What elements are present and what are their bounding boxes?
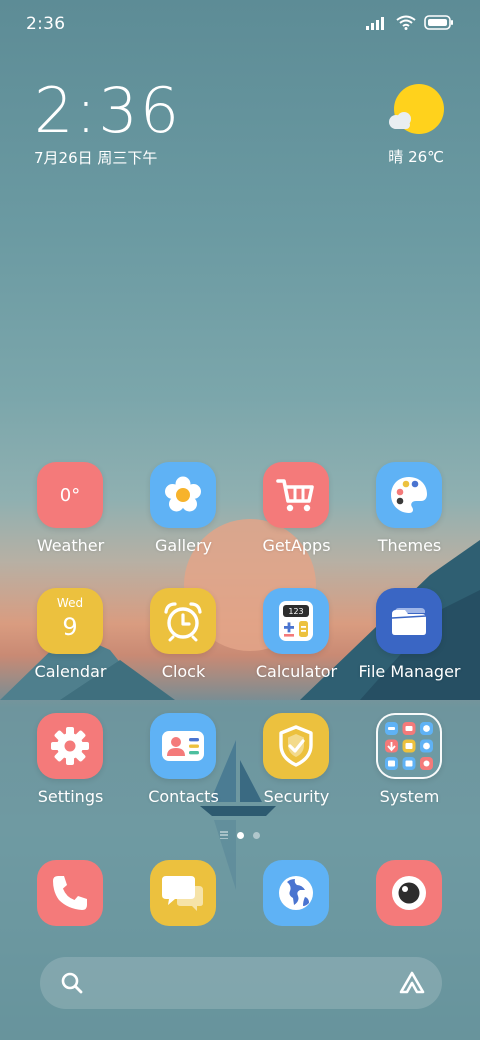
gear-icon: [37, 713, 103, 779]
dock-camera[interactable]: [376, 860, 442, 926]
weather-app-icon: 0°: [37, 462, 103, 528]
app-label: GetApps: [262, 536, 331, 555]
calendar-day: Wed: [56, 596, 84, 610]
alarm-clock-icon: [150, 588, 216, 654]
app-label: Themes: [377, 536, 442, 555]
messages-icon: [162, 876, 203, 911]
weather-app-temp: 0°: [59, 484, 81, 506]
app-security[interactable]: Security: [240, 713, 353, 813]
app-label: Gallery: [155, 536, 212, 555]
app-themes[interactable]: Themes: [353, 462, 466, 562]
calendar-icon: Wed 9: [37, 588, 103, 654]
folder-grid-icon: [376, 713, 442, 779]
app-file-manager[interactable]: File Manager: [353, 588, 466, 688]
app-contacts[interactable]: Contacts: [127, 713, 240, 813]
app-gallery[interactable]: Gallery: [127, 462, 240, 562]
page-dot-active[interactable]: [237, 831, 244, 839]
page-dot[interactable]: [253, 831, 260, 839]
app-label: Settings: [37, 787, 104, 806]
status-time: 2:36: [26, 14, 66, 34]
app-settings[interactable]: Settings: [14, 713, 127, 813]
app-label: Security: [263, 787, 330, 806]
search-bar[interactable]: [40, 957, 442, 1009]
page-list-icon[interactable]: [220, 831, 228, 839]
app-clock[interactable]: Clock: [127, 588, 240, 688]
contact-card-icon: [150, 713, 216, 779]
app-label: Weather: [36, 536, 105, 555]
calculator-icon: 123: [263, 588, 329, 654]
dock-messages[interactable]: [150, 860, 216, 926]
calendar-date: 9: [62, 613, 78, 641]
palette-icon: [376, 462, 442, 528]
app-label: Calendar: [34, 662, 107, 681]
app-calendar[interactable]: Wed 9 Calendar: [14, 588, 127, 688]
shield-icon: [263, 713, 329, 779]
weather-text: 晴 26℃: [388, 148, 444, 166]
signal-icon: [366, 16, 384, 30]
clock-widget[interactable]: 2:36 7月26日 周三下午: [34, 78, 181, 168]
app-weather[interactable]: 0° Weather: [14, 462, 127, 562]
app-label: Contacts: [148, 787, 219, 806]
app-calculator[interactable]: 123 Calculator: [240, 588, 353, 688]
app-getapps[interactable]: GetApps: [240, 462, 353, 562]
date-text: 7月26日 周三下午: [34, 149, 158, 167]
wifi-icon: [396, 15, 416, 30]
dock-browser[interactable]: [263, 860, 329, 926]
big-clock-time: 2:36: [34, 74, 182, 147]
status-icons: [366, 15, 454, 30]
dock-phone[interactable]: [37, 860, 103, 926]
folder-icon: [376, 588, 442, 654]
weather-widget[interactable]: 晴 26℃: [386, 84, 446, 170]
page-indicator[interactable]: [0, 828, 480, 842]
app-label: Calculator: [255, 662, 338, 681]
app-label: Clock: [161, 662, 206, 681]
app-label: System: [379, 787, 440, 806]
status-bar: 2:36: [0, 0, 480, 50]
app-label: File Manager: [358, 662, 461, 681]
battery-icon: [424, 15, 453, 30]
flower-icon: [150, 462, 216, 528]
calculator-display: 123: [288, 607, 303, 616]
assistant-icon[interactable]: [398, 970, 426, 996]
cart-icon: [263, 462, 329, 528]
sunny-icon: [389, 84, 444, 134]
globe-icon: [279, 876, 313, 910]
search-icon[interactable]: [60, 971, 84, 995]
camera-icon: [392, 876, 426, 910]
phone-icon: [53, 876, 87, 910]
app-system-folder[interactable]: System: [353, 713, 466, 813]
